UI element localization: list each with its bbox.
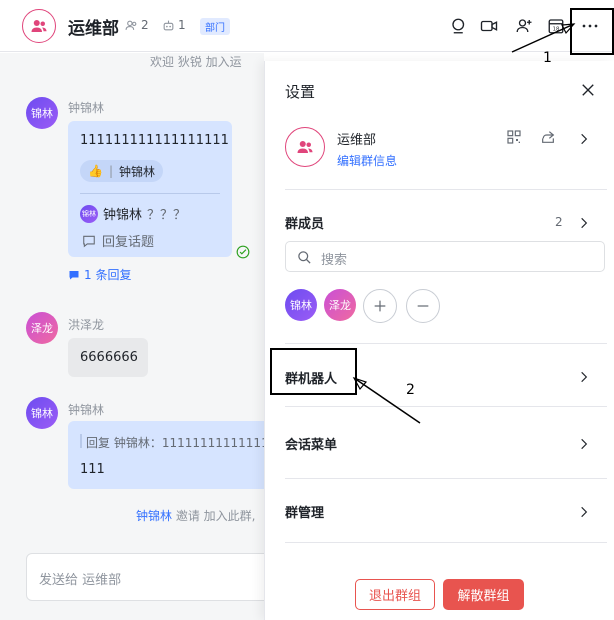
annotation-arrows bbox=[352, 23, 576, 424]
